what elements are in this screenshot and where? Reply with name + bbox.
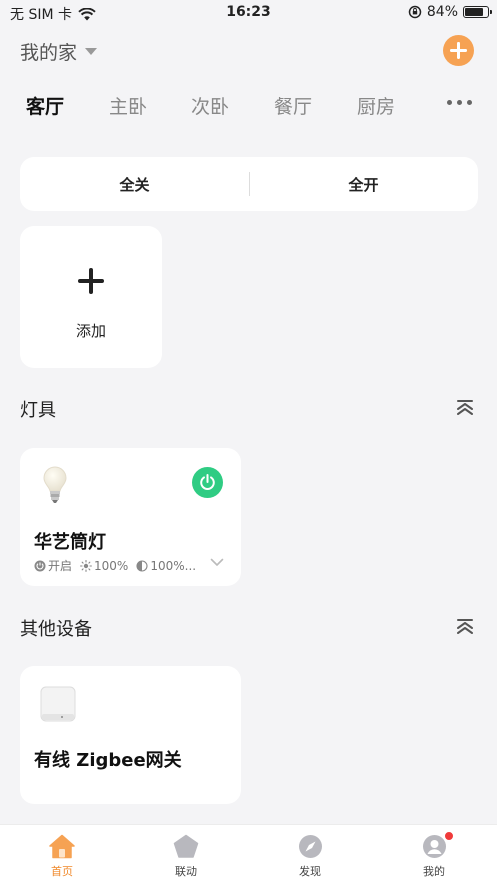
contrast-icon bbox=[136, 559, 148, 572]
tab-discover[interactable]: 发现 bbox=[248, 825, 372, 883]
home-name: 我的家 bbox=[20, 42, 78, 64]
chevron-down-icon[interactable] bbox=[210, 558, 224, 567]
tab-label: 发现 bbox=[299, 865, 321, 878]
home-icon bbox=[49, 834, 75, 859]
compass-icon bbox=[298, 835, 322, 858]
orientation-lock-icon bbox=[408, 5, 422, 19]
status-bar: 无 SIM 卡 16:23 84% bbox=[0, 0, 497, 26]
lightbulb-icon bbox=[43, 466, 67, 503]
sun-icon bbox=[80, 559, 92, 572]
device-card-light[interactable]: 华艺筒灯 开启 100% 100%... bbox=[20, 448, 241, 586]
add-card-label: 添加 bbox=[75, 322, 106, 340]
room-tab-master-bedroom[interactable]: 主卧 bbox=[109, 92, 147, 119]
all-off-button[interactable]: 全关 bbox=[20, 157, 249, 211]
all-on-button[interactable]: 全开 bbox=[249, 157, 478, 211]
plus-icon bbox=[78, 268, 104, 294]
room-tab-living[interactable]: 客厅 bbox=[26, 92, 64, 119]
gateway-icon bbox=[40, 686, 76, 722]
tab-profile[interactable]: 我的 bbox=[372, 825, 496, 883]
status-text: 开启 bbox=[48, 559, 73, 573]
room-tabs: 客厅 主卧 次卧 餐厅 厨房 bbox=[26, 92, 486, 122]
color-temp: 100%... bbox=[136, 559, 196, 573]
device-name: 华艺筒灯 bbox=[34, 532, 106, 553]
room-tab-kitchen[interactable]: 厨房 bbox=[357, 92, 395, 119]
collapse-icon[interactable] bbox=[455, 397, 475, 417]
add-card[interactable]: 添加 bbox=[20, 226, 162, 368]
device-card-gateway[interactable]: 有线 Zigbee网关 bbox=[20, 666, 241, 804]
room-tab-second-bedroom[interactable]: 次卧 bbox=[191, 92, 229, 119]
home-selector[interactable]: 我的家 bbox=[20, 38, 98, 65]
status-on: 开启 bbox=[34, 557, 72, 574]
add-device-button[interactable] bbox=[443, 35, 474, 66]
status-right: 84% bbox=[408, 4, 492, 20]
tab-home[interactable]: 首页 bbox=[0, 825, 124, 883]
brightness-value: 100% bbox=[94, 558, 129, 573]
tab-automation[interactable]: 联动 bbox=[124, 825, 248, 883]
profile-icon bbox=[422, 835, 446, 858]
battery-icon bbox=[463, 6, 492, 18]
battery-percent: 84% bbox=[426, 4, 458, 20]
more-icon[interactable] bbox=[447, 100, 472, 105]
brightness: 100% bbox=[80, 559, 128, 573]
tab-label: 首页 bbox=[51, 865, 73, 878]
collapse-icon[interactable] bbox=[455, 616, 475, 636]
color-temp-value: 100%... bbox=[150, 558, 197, 573]
section-title-lights: 灯具 bbox=[20, 400, 56, 421]
notification-badge bbox=[444, 831, 454, 841]
pentagon-icon bbox=[173, 834, 199, 858]
power-icon bbox=[200, 474, 215, 490]
room-tab-dining[interactable]: 餐厅 bbox=[274, 92, 312, 119]
power-status-icon bbox=[34, 560, 46, 571]
section-title-others: 其他设备 bbox=[20, 619, 92, 640]
tab-bar: 首页 联动 发现 我的 bbox=[0, 824, 497, 883]
tab-label: 我的 bbox=[423, 865, 445, 878]
power-button[interactable] bbox=[192, 467, 223, 498]
caret-down-icon bbox=[85, 48, 98, 55]
device-status-row: 开启 100% 100%... bbox=[34, 557, 196, 574]
plus-icon bbox=[450, 42, 467, 59]
all-switch-bar: 全关 全开 bbox=[20, 157, 478, 211]
tab-label: 联动 bbox=[175, 865, 197, 878]
device-name: 有线 Zigbee网关 bbox=[34, 750, 182, 771]
